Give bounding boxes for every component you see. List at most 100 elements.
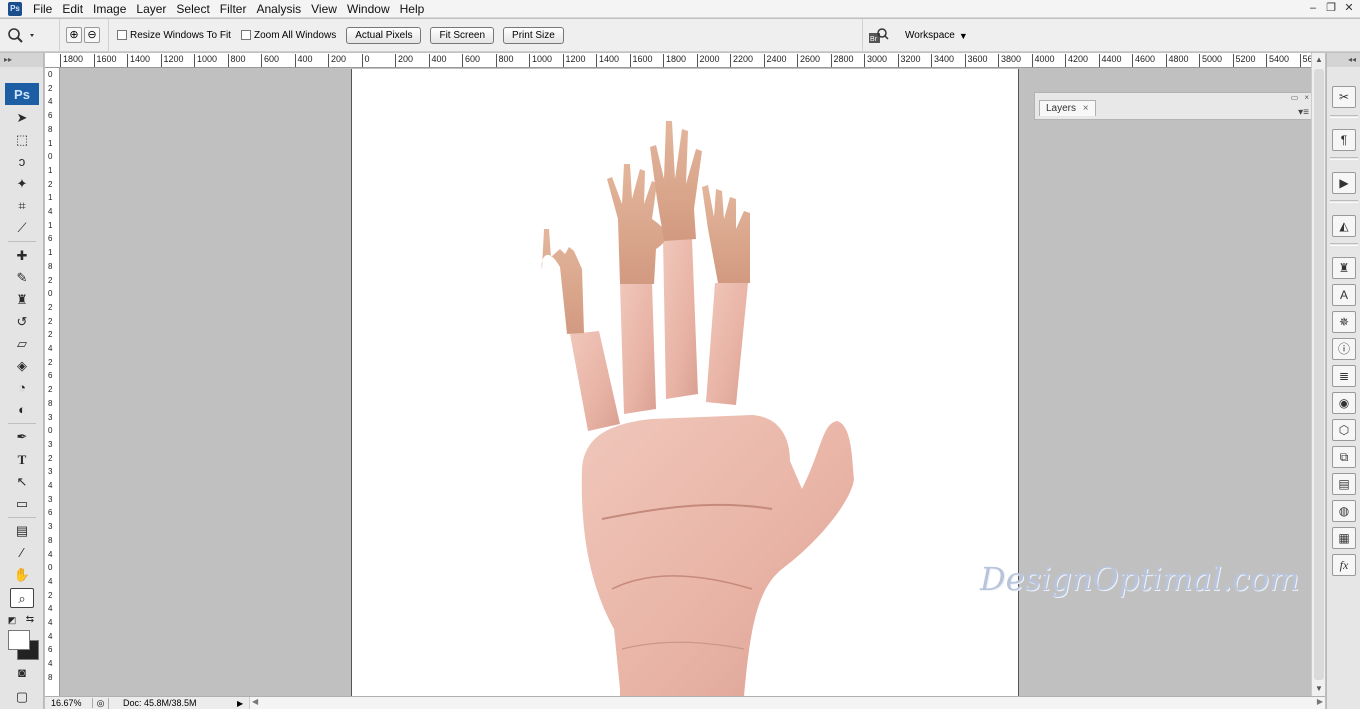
- tool-presets-icon[interactable]: ✂: [1332, 86, 1356, 108]
- foreground-color-swatch[interactable]: [8, 630, 30, 650]
- lasso-icon[interactable]: ↄ: [10, 152, 34, 172]
- styles-icon[interactable]: ◍: [1332, 500, 1356, 522]
- zoom-out-icon[interactable]: ⊖: [84, 27, 100, 43]
- zoom-all-windows-checkbox[interactable]: Zoom All Windows: [240, 30, 336, 41]
- eyedropper-icon[interactable]: ⁄: [10, 543, 34, 563]
- scroll-up-icon[interactable]: ▲: [1312, 53, 1326, 67]
- resize-windows-checkbox[interactable]: Resize Windows To Fit: [117, 30, 231, 41]
- horizontal-scrollbar[interactable]: ◀ ▶: [249, 697, 1325, 709]
- zoom-icon[interactable]: ⌕: [10, 588, 34, 608]
- ruler-tick-label: 4: [48, 344, 53, 353]
- workspace-menu[interactable]: Workspace ▼: [905, 19, 968, 52]
- paragraph-icon[interactable]: ¶: [1332, 129, 1356, 151]
- paint-bucket-icon[interactable]: ◈: [10, 356, 34, 376]
- ruler-tick-label: 2: [48, 179, 53, 189]
- marquee-icon[interactable]: ⬚: [10, 130, 34, 150]
- navigator-icon[interactable]: ✵: [1332, 311, 1356, 333]
- info-icon[interactable]: ⓘ: [1332, 338, 1356, 360]
- collapse-icon[interactable]: ▭: [1291, 93, 1299, 102]
- print-size-button[interactable]: Print Size: [503, 26, 564, 44]
- ruler-tick-label: 400: [294, 54, 313, 67]
- color-icon[interactable]: ◉: [1332, 392, 1356, 414]
- swap-colors-icon[interactable]: ⇆: [24, 610, 36, 630]
- menu-help[interactable]: Help: [395, 0, 430, 18]
- small-hand-3: [650, 121, 702, 241]
- ps-badge[interactable]: Ps: [5, 83, 39, 105]
- tool-preset-picker[interactable]: [0, 19, 60, 51]
- document-work-area[interactable]: [61, 69, 1311, 696]
- pen-icon[interactable]: ✒: [10, 427, 34, 447]
- scroll-down-icon[interactable]: ▼: [1312, 682, 1326, 696]
- menu-edit[interactable]: Edit: [57, 0, 88, 18]
- photoshop-window: Ps File Edit Image Layer Select Filter A…: [0, 0, 1360, 709]
- notes-icon[interactable]: ▤: [10, 521, 34, 541]
- ruler-tick-label: 2200: [730, 54, 753, 67]
- ruler-tick-label: 1200: [160, 54, 184, 67]
- menu-select[interactable]: Select: [171, 0, 214, 18]
- eraser-icon[interactable]: ▱: [10, 334, 34, 354]
- status-menu-icon[interactable]: ▶: [237, 699, 249, 708]
- document-canvas[interactable]: [351, 69, 1019, 696]
- actual-pixels-button[interactable]: Actual Pixels: [346, 26, 422, 44]
- ruler-tick-label: 1: [48, 248, 53, 258]
- close-button[interactable]: ✕: [1342, 1, 1356, 15]
- menu-filter[interactable]: Filter: [215, 0, 252, 18]
- histogram-icon[interactable]: ◭: [1332, 215, 1356, 237]
- tab-layers[interactable]: Layers ×: [1039, 100, 1096, 116]
- eyedropper-slice-icon[interactable]: ⟋: [10, 218, 34, 238]
- vertical-scrollbar[interactable]: ▲ ▼: [1311, 53, 1325, 696]
- clone-stamp-icon[interactable]: ♜: [10, 290, 34, 310]
- screen-mode-icon[interactable]: ▢: [10, 687, 34, 707]
- close-tab-icon[interactable]: ×: [1083, 103, 1089, 114]
- close-icon[interactable]: ×: [1304, 93, 1309, 102]
- scroll-thumb[interactable]: [1314, 69, 1324, 680]
- history-brush-icon[interactable]: ↺: [10, 312, 34, 332]
- hand-icon[interactable]: ✋: [10, 565, 34, 585]
- ruler-tick-label: 0: [48, 289, 53, 299]
- path-selection-icon[interactable]: ↖: [10, 472, 34, 492]
- quick-mask-icon[interactable]: ◙: [10, 663, 34, 683]
- minimize-button[interactable]: –: [1306, 1, 1320, 15]
- scroll-left-icon[interactable]: ◀: [252, 697, 258, 706]
- swatches-icon[interactable]: ▦: [1332, 527, 1356, 549]
- type-icon[interactable]: T: [10, 450, 34, 470]
- bridge-button[interactable]: Br: [862, 19, 892, 52]
- fx-icon[interactable]: fx: [1332, 554, 1356, 576]
- zoom-in-icon[interactable]: ⊕: [66, 27, 82, 43]
- character-icon[interactable]: A: [1332, 284, 1356, 306]
- brushes-icon[interactable]: ▤: [1332, 473, 1356, 495]
- restore-button[interactable]: ❐: [1324, 1, 1338, 15]
- clone-source-icon[interactable]: ♜: [1332, 257, 1356, 279]
- ruler-tick-label: 3: [48, 494, 53, 504]
- magic-wand-icon[interactable]: ✦: [10, 174, 34, 194]
- menu-window[interactable]: Window: [342, 0, 395, 18]
- scroll-right-icon[interactable]: ▶: [1317, 697, 1323, 706]
- panel-grip[interactable]: ▸▸: [0, 53, 43, 67]
- channels-icon[interactable]: ⧉: [1332, 446, 1356, 468]
- menu-analysis[interactable]: Analysis: [251, 0, 306, 18]
- dock-grip[interactable]: ◂◂: [1327, 53, 1360, 67]
- default-colors-icon[interactable]: ◩: [6, 610, 18, 630]
- crop-icon[interactable]: ⌗: [10, 196, 34, 216]
- move-icon[interactable]: ➤: [10, 108, 34, 128]
- checkbox-box: [117, 30, 127, 40]
- resize-windows-label: Resize Windows To Fit: [130, 29, 231, 41]
- panel-menu-icon[interactable]: ▾≡: [1298, 107, 1309, 118]
- dodge-icon[interactable]: ◐: [10, 400, 34, 420]
- document-size: Doc: 45.8M/38.5M: [123, 698, 197, 708]
- zoom-level-field[interactable]: 16.67%: [45, 698, 93, 708]
- ruler-tick-label: 3000: [864, 54, 887, 67]
- actions-icon[interactable]: ▶: [1332, 172, 1356, 194]
- menu-image[interactable]: Image: [88, 0, 131, 18]
- menu-view[interactable]: View: [306, 0, 342, 18]
- brush-icon[interactable]: ✎: [10, 268, 34, 288]
- fit-screen-button[interactable]: Fit Screen: [430, 26, 495, 44]
- status-info-icon[interactable]: ◎: [93, 697, 109, 709]
- paths-icon[interactable]: ⬡: [1332, 419, 1356, 441]
- layer-comps-icon[interactable]: ≣: [1332, 365, 1356, 387]
- menu-layer[interactable]: Layer: [131, 0, 171, 18]
- menu-file[interactable]: File: [28, 0, 57, 18]
- blur-icon[interactable]: ◔: [10, 378, 34, 398]
- healing-brush-icon[interactable]: ✚: [10, 246, 34, 266]
- rectangle-shape-icon[interactable]: ▭: [10, 494, 34, 514]
